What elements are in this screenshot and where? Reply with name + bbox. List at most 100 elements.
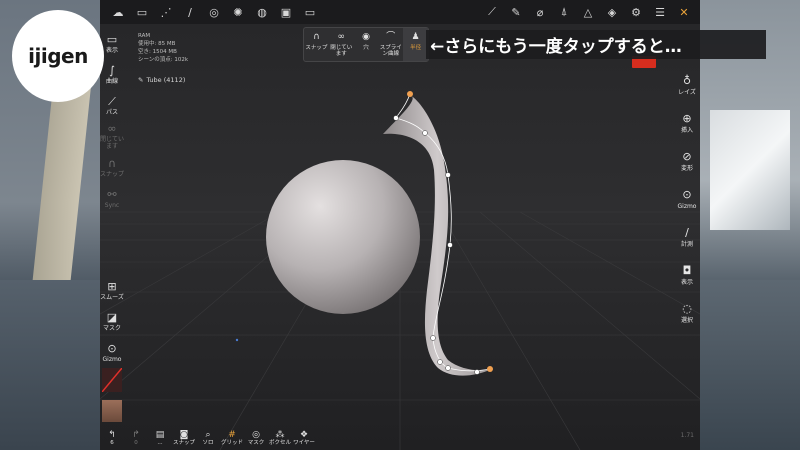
tool-label: 挿入 [680, 126, 693, 134]
history-button[interactable]: ▤ ... [148, 426, 172, 450]
camera-snap-icon: ◙ [179, 429, 189, 440]
tool-label: スナップ [100, 170, 125, 178]
triangle-icon[interactable]: △ [576, 0, 600, 24]
popup-radius-button[interactable]: ♟ 半径 [403, 28, 428, 61]
right-toolbar: ♁ レイズ ⊕ 挿入 ⊘ 変形 ⊙ Gizmo ∕ 計測 ◘ 表示 ◌ 選択 [674, 66, 700, 332]
eye-icon: ◎ [252, 429, 260, 440]
left-tool-closed[interactable]: ∞ 閉じています [100, 121, 124, 152]
right-tool-gizmo[interactable]: ⊙ Gizmo [674, 180, 700, 218]
selected-object[interactable]: ✎ Tube (4112) [138, 76, 185, 84]
tool-label: 変形 [680, 164, 693, 172]
popup-label: スナップ [305, 45, 328, 51]
left-tool-path[interactable]: ⟋ パス [100, 90, 124, 121]
stats-line: 空き: 1504 MB [138, 49, 177, 55]
curve-options-popup: ∩ スナップ ∞ 閉じています ◉ 穴 ⌒ スプライン曲線 ♟ 半径 [303, 27, 429, 62]
snapshot-button[interactable]: ◙ スナップ [172, 426, 196, 450]
left-toolbar-lower: ⊞ スムーズ ◪ マスク ⊙ Gizmo [100, 275, 124, 368]
pen-icon: ✎ [138, 76, 144, 84]
voxel-button[interactable]: ⁂ ボクセル [268, 426, 292, 450]
right-tool-select[interactable]: ◌ 選択 [674, 294, 700, 332]
bottom-label: マスク [247, 439, 265, 446]
bottom-label: ... [157, 439, 163, 446]
object-name: Tube (4112) [146, 76, 186, 84]
sliders-icon[interactable]: ☰ [648, 0, 672, 24]
video-icon[interactable]: ▭ [298, 0, 322, 24]
popup-closed-button[interactable]: ∞ 閉じています [329, 28, 354, 61]
right-tool-view[interactable]: ◘ 表示 [674, 256, 700, 294]
layers-icon[interactable]: ◈ [600, 0, 624, 24]
hole-icon: ◉ [362, 32, 370, 42]
color-swatch[interactable] [102, 368, 122, 392]
scene-icon[interactable]: ⋰ [154, 0, 178, 24]
right-tool-measure[interactable]: ∕ 計測 [674, 218, 700, 256]
mask-toggle-button[interactable]: ◎ マスク [244, 426, 268, 450]
viewport-canvas[interactable] [100, 0, 700, 450]
right-tool-insert[interactable]: ⊕ 挿入 [674, 104, 700, 142]
tool-label: 閉じています [100, 136, 125, 150]
background-floor [0, 280, 100, 450]
tool-label: Gizmo [102, 355, 122, 363]
popup-spline-button[interactable]: ⌒ スプライン曲線 [378, 28, 403, 61]
left-tool-curve[interactable]: ∫ 曲線 [100, 59, 124, 90]
material-swatch[interactable] [102, 400, 122, 422]
stats-overlay: RAM 使用中: 85 MB 空き: 1504 MB シーンの頂点: 102k [138, 32, 188, 64]
settings-icon[interactable]: ⚙ [624, 0, 648, 24]
tool-label: 表示 [680, 278, 693, 286]
sun-icon[interactable]: ✺ [226, 0, 250, 24]
left-tool-gizmo[interactable]: ⊙ Gizmo [100, 337, 124, 368]
popup-snap-button[interactable]: ∩ スナップ [304, 28, 329, 61]
redo-icon: ↱ [132, 429, 140, 440]
globe-icon[interactable]: ◎ [202, 0, 226, 24]
bottom-label: 6 [110, 439, 114, 446]
popup-hole-button[interactable]: ◉ 穴 [354, 28, 379, 61]
top-toolbar-left: ☁ ▭ ⋰ ∕ ◎ ✺ ◍ ▣ ▭ [106, 0, 322, 24]
left-tool-smooth[interactable]: ⊞ スムーズ [100, 275, 124, 306]
material-icon[interactable]: ◍ [250, 0, 274, 24]
undo-button[interactable]: ↰ 6 [100, 426, 124, 450]
tool-label: 計測 [680, 240, 693, 248]
sphere-mesh [266, 160, 420, 314]
menu-icon[interactable]: ☁ [106, 0, 130, 24]
tutorial-caption: ←さらにもう一度タップすると… [426, 30, 766, 59]
wireframe-button[interactable]: ❖ ワイヤー [292, 426, 316, 450]
grid-button[interactable]: # グリッド [220, 426, 244, 450]
redo-button[interactable]: ↱ 0 [124, 426, 148, 450]
right-tool-raise[interactable]: ♁ レイズ [674, 66, 700, 104]
camera-icon: ◘ [682, 263, 692, 277]
undo-icon: ↰ [108, 429, 116, 440]
tool-label: Sync [104, 201, 120, 209]
tool-label: レイズ [678, 88, 696, 96]
bottom-label: ボクセル [268, 439, 291, 446]
3d-viewport[interactable] [100, 0, 700, 450]
tools-icon[interactable]: ✕ [672, 0, 696, 24]
folder-icon[interactable]: ▭ [130, 0, 154, 24]
right-tool-transform[interactable]: ⊘ 変形 [674, 142, 700, 180]
search-icon: ⌕ [205, 429, 211, 440]
tool-label: 選択 [680, 316, 693, 324]
channel-logo: ijigen [12, 10, 104, 102]
infinity-icon: ∞ [337, 32, 345, 42]
left-tool-mask[interactable]: ◪ マスク [100, 306, 124, 337]
stats-line: RAM [138, 33, 151, 39]
popup-label: 穴 [363, 45, 369, 51]
bottom-label: スナップ [172, 439, 195, 446]
voxel-icon: ⁂ [275, 429, 285, 440]
top-toolbar-right: ⟋ ✎ ⌀ ⍋ △ ◈ ⚙ ☰ ✕ [480, 0, 696, 24]
tool-label: Gizmo [677, 202, 697, 210]
left-tool-snap[interactable]: ∩ スナップ [100, 152, 124, 183]
brush-icon[interactable]: ∕ [178, 0, 202, 24]
pen-icon[interactable]: ✎ [504, 0, 528, 24]
radius-icon: ♟ [411, 32, 420, 42]
insert-icon: ⊕ [682, 111, 692, 125]
background-window [710, 110, 790, 230]
grid-icon: # [228, 429, 236, 440]
image-icon[interactable]: ▣ [274, 0, 298, 24]
spline-icon: ⌒ [386, 32, 396, 42]
sculpt-app: ☁ ▭ ⋰ ∕ ◎ ✺ ◍ ▣ ▭ ⟋ ✎ ⌀ ⍋ △ ◈ ⚙ ☰ ✕ RAM … [100, 0, 700, 450]
symmetry-icon[interactable]: ⍋ [552, 0, 576, 24]
left-tool-sync[interactable]: ⚯ Sync [100, 183, 124, 214]
solo-button[interactable]: ⌕ ソロ [196, 426, 220, 450]
dropper-icon[interactable]: ⌀ [528, 0, 552, 24]
stroke-icon[interactable]: ⟋ [480, 0, 504, 24]
path-icon: ⟋ [108, 94, 116, 108]
